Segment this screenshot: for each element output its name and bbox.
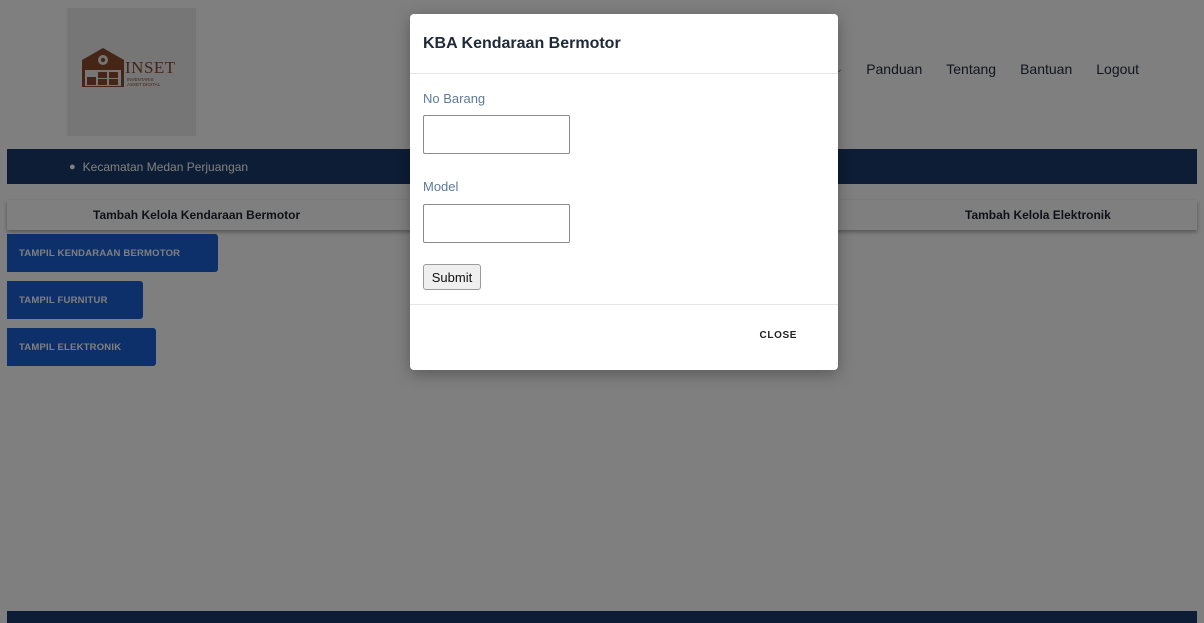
no-barang-label: No Barang	[423, 91, 486, 106]
modal-footer: CLOSE	[410, 304, 838, 370]
no-barang-input[interactable]	[423, 115, 570, 154]
close-button[interactable]: CLOSE	[760, 330, 797, 341]
submit-button[interactable]: Submit	[423, 264, 481, 290]
model-label: Model	[423, 179, 459, 194]
modal-title: KBA Kendaraan Bermotor	[423, 34, 621, 52]
modal-dialog: KBA Kendaraan Bermotor No Barang Model S…	[410, 14, 838, 370]
modal-header: KBA Kendaraan Bermotor	[410, 14, 838, 74]
model-input[interactable]	[423, 204, 570, 243]
